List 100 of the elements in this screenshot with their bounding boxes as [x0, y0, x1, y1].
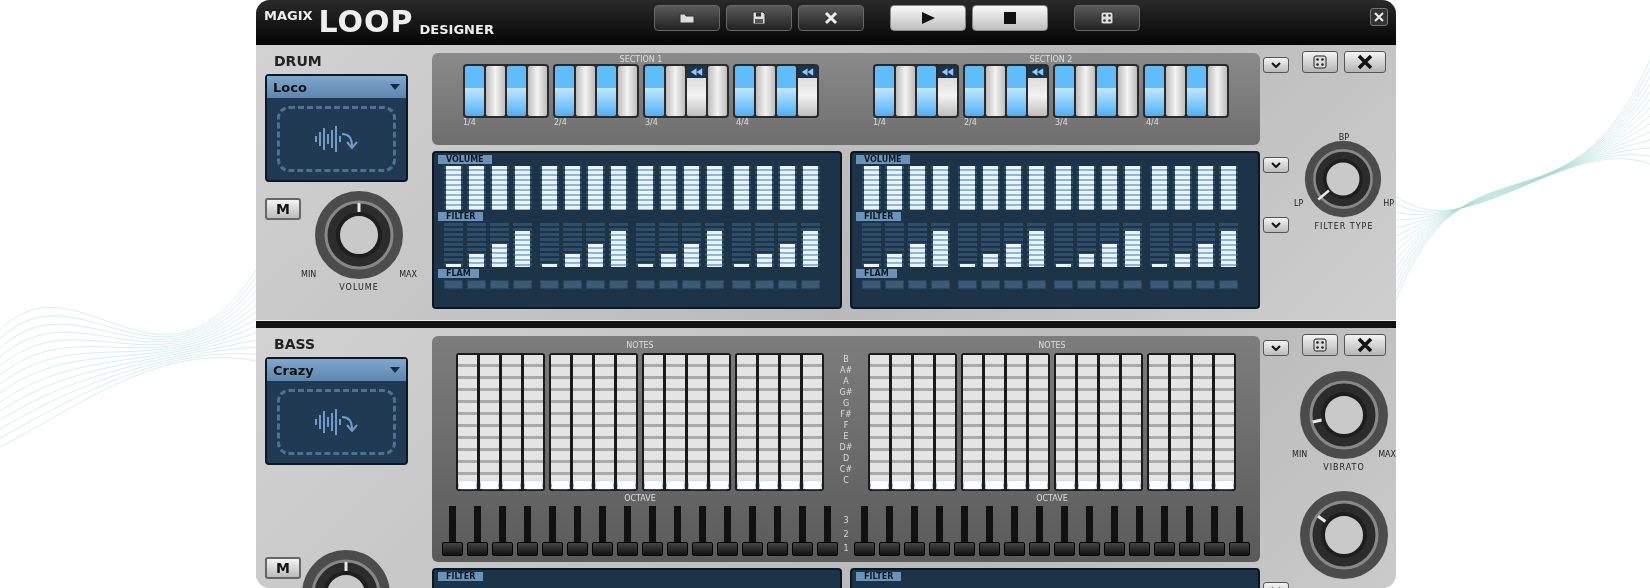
- step-slider[interactable]: [1077, 223, 1096, 267]
- flam-toggle[interactable]: [778, 280, 797, 289]
- flam-toggle[interactable]: [540, 280, 559, 289]
- control-knob[interactable]: [1299, 490, 1389, 580]
- note-column[interactable]: [480, 355, 499, 489]
- step-slider[interactable]: [682, 223, 701, 267]
- step-slider[interactable]: [1173, 223, 1192, 267]
- save-button[interactable]: [725, 5, 792, 31]
- note-column[interactable]: [936, 355, 955, 489]
- step-slider[interactable]: [705, 223, 724, 267]
- flam-toggle[interactable]: [801, 280, 820, 289]
- step-slider[interactable]: [1100, 223, 1119, 267]
- step-slider[interactable]: [1123, 223, 1142, 267]
- note-column[interactable]: [1193, 355, 1212, 489]
- open-button[interactable]: [653, 5, 720, 31]
- step-slider[interactable]: [778, 223, 797, 267]
- step-slider[interactable]: [467, 223, 486, 267]
- note-column[interactable]: [551, 355, 570, 489]
- mute-button[interactable]: M: [265, 557, 301, 579]
- step-slider[interactable]: [981, 223, 1000, 267]
- note-column[interactable]: [870, 355, 889, 489]
- stop-button[interactable]: [971, 5, 1048, 31]
- flam-toggle[interactable]: [908, 280, 927, 289]
- random-button[interactable]: [1302, 334, 1338, 356]
- play-button[interactable]: [889, 5, 966, 31]
- step-slider[interactable]: [586, 223, 605, 267]
- flam-toggle[interactable]: [636, 280, 655, 289]
- flam-toggle[interactable]: [1004, 280, 1023, 289]
- note-column[interactable]: [666, 355, 685, 489]
- preset-dropdown[interactable]: Loco: [267, 76, 406, 98]
- note-column[interactable]: [1056, 355, 1075, 489]
- step-slider[interactable]: [1219, 223, 1238, 267]
- step-slider[interactable]: [1150, 223, 1169, 267]
- expand-button[interactable]: [1263, 57, 1289, 73]
- note-column[interactable]: [737, 355, 756, 489]
- flam-toggle[interactable]: [705, 280, 724, 289]
- flam-toggle[interactable]: [931, 280, 950, 289]
- close-button[interactable]: [1370, 8, 1388, 26]
- step-pad[interactable]: [938, 66, 957, 116]
- flam-toggle[interactable]: [1077, 280, 1096, 289]
- step-slider[interactable]: [659, 223, 678, 267]
- note-column[interactable]: [1029, 355, 1048, 489]
- note-column[interactable]: [1078, 355, 1097, 489]
- flam-toggle[interactable]: [586, 280, 605, 289]
- note-column[interactable]: [803, 355, 822, 489]
- flam-toggle[interactable]: [862, 280, 881, 289]
- flam-toggle[interactable]: [682, 280, 701, 289]
- step-slider[interactable]: [958, 223, 977, 267]
- step-slider[interactable]: [1004, 223, 1023, 267]
- step-slider[interactable]: [444, 223, 463, 267]
- note-column[interactable]: [617, 355, 636, 489]
- remove-button[interactable]: [1344, 334, 1386, 356]
- note-column[interactable]: [985, 355, 1004, 489]
- note-column[interactable]: [1100, 355, 1119, 489]
- note-column[interactable]: [892, 355, 911, 489]
- step-slider[interactable]: [1027, 223, 1046, 267]
- expand-button[interactable]: [1263, 217, 1289, 233]
- note-column[interactable]: [1171, 355, 1190, 489]
- flam-toggle[interactable]: [885, 280, 904, 289]
- random-button[interactable]: [1073, 5, 1140, 31]
- step-slider[interactable]: [563, 223, 582, 267]
- step-slider[interactable]: [1196, 223, 1215, 267]
- note-column[interactable]: [759, 355, 778, 489]
- flam-toggle[interactable]: [1123, 280, 1142, 289]
- step-slider[interactable]: [1054, 223, 1073, 267]
- drop-zone[interactable]: [277, 106, 396, 172]
- note-column[interactable]: [688, 355, 707, 489]
- note-column[interactable]: [524, 355, 543, 489]
- step-slider[interactable]: [490, 223, 509, 267]
- flam-toggle[interactable]: [609, 280, 628, 289]
- flam-toggle[interactable]: [1173, 280, 1192, 289]
- flam-toggle[interactable]: [732, 280, 751, 289]
- note-column[interactable]: [914, 355, 933, 489]
- flam-toggle[interactable]: [1054, 280, 1073, 289]
- note-column[interactable]: [502, 355, 521, 489]
- flam-toggle[interactable]: [1150, 280, 1169, 289]
- step-slider[interactable]: [801, 223, 820, 267]
- step-slider[interactable]: [862, 223, 881, 267]
- step-slider[interactable]: [755, 223, 774, 267]
- flam-toggle[interactable]: [1100, 280, 1119, 289]
- flam-toggle[interactable]: [958, 280, 977, 289]
- step-slider[interactable]: [540, 223, 559, 267]
- flam-toggle[interactable]: [981, 280, 1000, 289]
- step-slider[interactable]: [885, 223, 904, 267]
- flam-toggle[interactable]: [659, 280, 678, 289]
- step-pad[interactable]: [1028, 66, 1047, 116]
- flam-toggle[interactable]: [1027, 280, 1046, 289]
- flam-toggle[interactable]: [1219, 280, 1238, 289]
- preset-dropdown[interactable]: Crazy: [267, 359, 406, 381]
- expand-button[interactable]: [1263, 157, 1289, 173]
- flam-toggle[interactable]: [1196, 280, 1215, 289]
- note-column[interactable]: [595, 355, 614, 489]
- note-column[interactable]: [1149, 355, 1168, 489]
- step-slider[interactable]: [732, 223, 751, 267]
- expand-button[interactable]: [1263, 340, 1289, 356]
- note-column[interactable]: [1122, 355, 1141, 489]
- clear-button[interactable]: [797, 5, 864, 31]
- note-column[interactable]: [1215, 355, 1234, 489]
- mute-button[interactable]: M: [265, 198, 301, 220]
- note-column[interactable]: [1007, 355, 1026, 489]
